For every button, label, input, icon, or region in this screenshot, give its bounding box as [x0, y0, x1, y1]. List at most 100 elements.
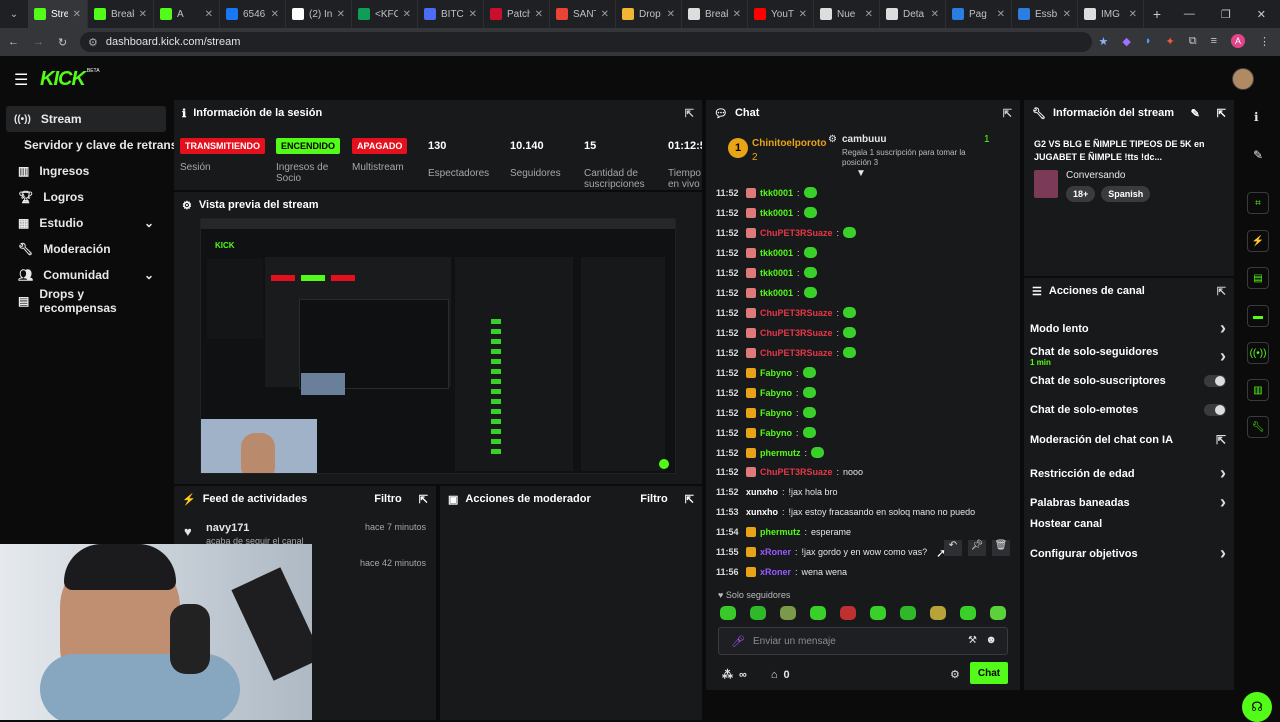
reload-icon[interactable]: ↻ [58, 36, 67, 49]
message-username[interactable]: tkk0001 [760, 268, 793, 278]
chat-message[interactable]: 11:53 xunxho: !jax estoy fracasando en sol… [716, 507, 975, 517]
close-window-icon[interactable]: ✕ [1257, 8, 1266, 21]
chat-message[interactable]: 11:52 ChuPET3RSuaze: nooo [716, 467, 863, 477]
browser-tab[interactable]: Deta ✕ [880, 0, 946, 28]
sidebar-item-comunidad[interactable]: 👥︎ Comunidad ⌄ [6, 262, 166, 288]
channel-action-item[interactable]: Moderación del chat con IA ⇱ [1030, 433, 1226, 447]
chat-message[interactable]: 11:56 xRoner: wena wena [716, 567, 847, 577]
lightning-icon[interactable]: ⚡ [1247, 230, 1269, 252]
chevron-right-icon[interactable]: › [1220, 543, 1226, 564]
message-username[interactable]: xunxho [746, 507, 778, 517]
emote-icon[interactable] [990, 606, 1006, 620]
commands-icon[interactable]: ⚒ [968, 635, 977, 646]
close-tab-icon[interactable]: ✕ [997, 9, 1005, 20]
chat-message[interactable]: 11:55 xRoner: !jax gordo y en wow como vas… [716, 547, 927, 557]
info-icon[interactable]: ℹ [1254, 110, 1259, 124]
chat-bubble-icon[interactable]: ▬ [1247, 305, 1269, 327]
chat-message[interactable]: 11:52 tkk0001: [716, 187, 817, 198]
stream-video[interactable]: KICK [200, 218, 676, 474]
browser-tab[interactable]: Pag ✕ [946, 0, 1012, 28]
message-username[interactable]: tkk0001 [760, 288, 793, 298]
channel-action-item[interactable]: Configurar objetivos › [1030, 543, 1226, 564]
browser-tab[interactable]: SANT ✕ [550, 0, 616, 28]
close-tab-icon[interactable]: ✕ [733, 9, 741, 20]
url-field[interactable]: ⚙ dashboard.kick.com/stream [80, 32, 1092, 52]
message-username[interactable]: xunxho [746, 487, 778, 497]
sidebar-item-server-key[interactable]: Servidor y clave de retransmisión [6, 132, 174, 158]
message-username[interactable]: Fabyno [760, 388, 792, 398]
expand-icon[interactable]: ⇱ [1217, 107, 1226, 120]
sidebar-item-estudio[interactable]: ▦ Estudio ⌄ [6, 210, 166, 236]
pencil-icon[interactable]: ✎ [1253, 148, 1263, 162]
chat-message[interactable]: 11:52 Fabyno: [716, 407, 816, 418]
chat-settings-icon[interactable]: ⚙ [950, 668, 960, 681]
extension-icon[interactable]: ◆ [1122, 35, 1130, 48]
chat-message[interactable]: 11:54 phermutz: esperame [716, 527, 851, 537]
message-username[interactable]: ChuPET3RSuaze [760, 308, 833, 318]
edit-icon[interactable]: ✎ [1191, 107, 1200, 120]
message-username[interactable]: Fabyno [760, 428, 792, 438]
browser-tab[interactable]: 6546 ✕ [220, 0, 286, 28]
toggle-switch[interactable] [1204, 375, 1226, 387]
close-tab-icon[interactable]: ✕ [271, 9, 279, 20]
channel-action-item[interactable]: Chat de solo-suscriptores [1030, 375, 1226, 387]
message-username[interactable]: Fabyno [760, 368, 792, 378]
emote-icon[interactable] [840, 606, 856, 620]
extension-icon[interactable]: ✦ [1166, 35, 1175, 48]
layout-icon[interactable]: ▥ [1247, 379, 1269, 401]
chevron-right-icon[interactable]: › [1220, 346, 1226, 367]
chat-message[interactable]: 11:52 xunxho: !jax hola bro [716, 487, 838, 497]
chat-message[interactable]: 11:52 tkk0001: [716, 247, 817, 258]
browser-tab[interactable]: Drop ✕ [616, 0, 682, 28]
message-username[interactable]: xRoner [760, 567, 791, 577]
close-tab-icon[interactable]: ✕ [865, 9, 873, 20]
emote-icon[interactable] [900, 606, 916, 620]
wrench-icon[interactable]: 🔧︎ [1247, 416, 1269, 438]
emote-icon[interactable] [810, 606, 826, 620]
close-tab-icon[interactable]: ✕ [403, 9, 411, 20]
close-tab-icon[interactable]: ✕ [601, 9, 609, 20]
sidebar-item-ingresos[interactable]: ▥ Ingresos [6, 158, 166, 184]
channel-action-item[interactable]: Modo lento › [1030, 318, 1226, 339]
profile-avatar[interactable]: A [1231, 34, 1245, 48]
chat-send-button[interactable]: Chat [970, 662, 1008, 684]
browser-tab[interactable]: Nue ✕ [814, 0, 880, 28]
close-tab-icon[interactable]: ✕ [931, 9, 939, 20]
close-tab-icon[interactable]: ✕ [535, 9, 543, 20]
chat-message[interactable]: 11:52 Fabyno: [716, 367, 816, 378]
user-avatar[interactable] [1232, 68, 1254, 90]
reply-icon[interactable]: ↶ [944, 540, 962, 556]
forward-icon[interactable]: → [33, 36, 44, 48]
expand-icon[interactable]: ⇱ [419, 493, 428, 506]
message-username[interactable]: xRoner [760, 547, 791, 557]
message-username[interactable]: tkk0001 [760, 208, 793, 218]
chevron-right-icon[interactable]: › [1220, 492, 1226, 513]
sidebar-item-logros[interactable]: 🏆︎ Logros [6, 184, 166, 210]
channel-action-item[interactable]: Chat de solo-emotes [1030, 404, 1226, 416]
mic-icon[interactable]: 🎤︎ [731, 635, 745, 648]
message-username[interactable]: phermutz [760, 527, 801, 537]
channel-action-item[interactable]: Palabras baneadas › [1030, 492, 1226, 513]
chat-message[interactable]: 11:52 ChuPET3RSuaze: [716, 327, 857, 338]
chat-message[interactable]: 11:52 tkk0001: [716, 207, 817, 218]
message-username[interactable]: ChuPET3RSuaze [760, 348, 833, 358]
close-tab-icon[interactable]: ✕ [337, 9, 345, 20]
close-tab-icon[interactable]: ✕ [469, 9, 477, 20]
chat-message[interactable]: 11:52 tkk0001: [716, 287, 817, 298]
filter-button[interactable]: Filtro [374, 493, 402, 505]
toggle-switch[interactable] [1204, 404, 1226, 416]
chevron-right-icon[interactable]: › [1220, 463, 1226, 484]
close-tab-icon[interactable]: ✕ [1063, 9, 1071, 20]
menu-icon[interactable]: ⋮ [1259, 35, 1270, 48]
media-icon[interactable]: ≡ [1211, 35, 1217, 47]
delete-icon[interactable]: 🗑︎ [992, 540, 1010, 556]
emoji-icon[interactable]: ☻ [985, 634, 997, 646]
emote-icon[interactable] [720, 606, 736, 620]
channel-action-item[interactable]: Hostear canal [1030, 518, 1226, 530]
chat-message[interactable]: 11:52 ChuPET3RSuaze: [716, 347, 857, 358]
message-username[interactable]: tkk0001 [760, 188, 793, 198]
sidebar-item-drops[interactable]: ▤ Drops y recompensas [6, 287, 166, 315]
message-username[interactable]: Fabyno [760, 408, 792, 418]
external-link-icon[interactable]: ⇱ [1216, 433, 1226, 447]
close-tab-icon[interactable]: ✕ [667, 9, 675, 20]
